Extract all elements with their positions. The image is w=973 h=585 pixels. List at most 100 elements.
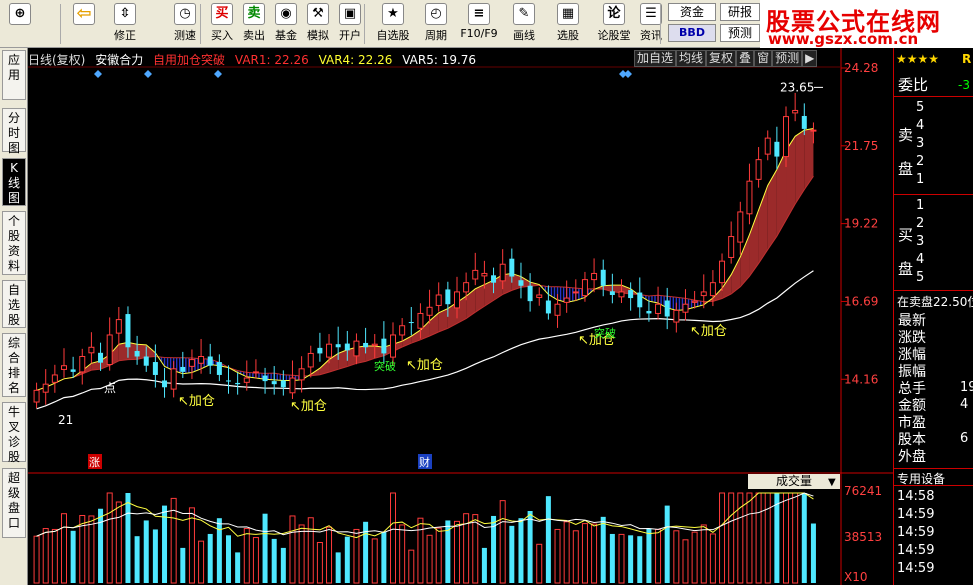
yuce-button[interactable]: 预测 [720, 24, 760, 42]
volume-bar-up [755, 492, 762, 584]
candle-body-up [51, 374, 58, 383]
toolbar-button-7[interactable]: ⚒ 模拟 [304, 3, 332, 45]
candle [682, 289, 689, 321]
left-tab-7[interactable]: 超级盘口 [2, 468, 26, 538]
buy-label: 买盘 [898, 226, 914, 278]
candle-body-down [518, 280, 524, 286]
toolbar-button-12[interactable]: ✎ 画线 [504, 3, 544, 45]
period-label: 日线(复权) [28, 53, 86, 67]
candle [106, 317, 113, 371]
toolbar-button-3[interactable]: ◷ 测速 [168, 3, 202, 45]
candle-body-down [134, 350, 140, 357]
toolbar-button-11[interactable]: ≡ F10/F9 [458, 3, 500, 45]
buy-level: 3 [916, 234, 925, 249]
left-tab-5[interactable]: 综合排名 [2, 333, 26, 397]
toolbar-button-2[interactable]: ⇳ 修正 [108, 3, 142, 45]
candle-body-up [709, 282, 716, 297]
candle-body-down [70, 369, 76, 372]
volume-bar-up [682, 539, 689, 584]
left-tab-6[interactable]: 牛叉诊股 [2, 402, 26, 464]
volume-bar-up [691, 531, 698, 584]
tick-time: 14:58 [897, 489, 935, 504]
toolbar-button-9[interactable]: ★ 自选股 [372, 3, 414, 45]
r-label: R [962, 52, 972, 66]
candle-body-up [618, 291, 625, 298]
candle-body-up [106, 334, 113, 365]
candle-body-down [152, 362, 158, 375]
volume-bar-up [700, 524, 707, 584]
chart-menu-icon[interactable]: ▶ [802, 50, 818, 67]
chart-tab-2[interactable]: 复权 [706, 50, 737, 67]
candle [774, 126, 780, 170]
toolbar-button-10[interactable]: ◴ 周期 [416, 3, 456, 45]
sell-level: 3 [916, 136, 925, 151]
candle [79, 348, 86, 385]
candle [764, 130, 771, 161]
volume-axis-label: X10 [844, 570, 868, 584]
yanbao-button[interactable]: 研报 预测 [720, 3, 760, 45]
toolbar-button-8[interactable]: ▣ 开户 [336, 3, 364, 45]
candle-body-up [188, 359, 195, 367]
zijin-dropdown[interactable]: 资金 BBD [668, 3, 716, 45]
candle-body-up [572, 291, 579, 294]
price-axis-label: 19.22 [844, 217, 878, 231]
volume-bar-up [618, 533, 625, 584]
volume-bar-up [390, 492, 397, 584]
volume-bar-up [536, 543, 543, 584]
volume-bar-down [143, 520, 149, 583]
candle-body-up [481, 272, 488, 277]
candle-body-up [326, 343, 333, 358]
left-tab-3[interactable]: 个股资料 [2, 211, 26, 275]
candle [746, 163, 753, 225]
band-segment-up [466, 288, 476, 319]
volume-bar-up [673, 530, 680, 584]
candle-body-up [783, 116, 790, 158]
left-tab-0[interactable]: 应用 [2, 50, 26, 100]
volume-bar-up [88, 515, 95, 584]
candle-body-down [125, 314, 131, 348]
price-axis-label: 14.16 [844, 372, 878, 386]
left-tab-2[interactable]: K线图 [2, 158, 26, 206]
sell-level: 1 [916, 172, 925, 187]
candle [60, 348, 67, 378]
kline-chart-area[interactable]: 24.28 21.75 19.22 16.69 14.16 23.65 ↖加仓 ↖加仓 ↖加仓 ↖… [28, 48, 893, 585]
candle-body-down [545, 300, 551, 314]
chevron-down-icon: ▼ [828, 477, 836, 488]
candle-body-up [453, 291, 460, 309]
volume-bar-down [271, 538, 277, 583]
toolbar-button-5[interactable]: 卖卖出 [240, 3, 268, 45]
buy-icon: 买 [211, 3, 233, 25]
chart-tab-0[interactable]: 加自选 [634, 50, 677, 67]
candle-body-up [390, 334, 397, 358]
toolbar-button-14[interactable]: 论论股堂 [594, 3, 634, 45]
volume-bar-up [453, 520, 460, 584]
chart-tab-1[interactable]: 均线 [676, 50, 707, 67]
bbd-button[interactable]: BBD [668, 24, 716, 42]
toolbar-button-1[interactable]: ⇦ [68, 3, 100, 45]
buy-level: 2 [916, 216, 925, 231]
toolbar-button-13[interactable]: ▦ 选股 [548, 3, 588, 45]
candle-body-up [673, 309, 680, 323]
candle-body-down [408, 322, 414, 324]
toolbar-button-0[interactable]: ⊕ [4, 3, 36, 45]
tick-time: 14:59 [897, 543, 935, 558]
candle [628, 282, 634, 311]
chart-tab-5[interactable]: 预测 [772, 50, 803, 67]
toolbar-button-4[interactable]: 买买入 [208, 3, 236, 45]
back-arrow-icon: ⇦ [73, 3, 95, 25]
forum-icon: 论 [603, 3, 625, 25]
chart-tab-3[interactable]: 叠 [736, 50, 755, 67]
left-tab-1[interactable]: 分时图 [2, 108, 26, 155]
candle-body-up [755, 159, 762, 180]
chart-tab-4[interactable]: 窗 [754, 50, 773, 67]
volume-bar-down [810, 523, 816, 583]
volume-bar-down [98, 508, 104, 583]
volume-bar-down [545, 496, 551, 583]
toolbar-separator [364, 4, 365, 44]
toolbar-button-15[interactable]: ☰ 资讯 [636, 3, 666, 45]
left-tab-4[interactable]: 自选股 [2, 280, 26, 328]
left-tab-bar: 应用分时图 K线图个股资料自选股综合排名牛叉诊股超级盘口 [0, 48, 28, 585]
candle [317, 332, 323, 362]
logo-icon: ⊕ [9, 3, 31, 25]
toolbar-button-6[interactable]: ◉ 基金 [272, 3, 300, 45]
